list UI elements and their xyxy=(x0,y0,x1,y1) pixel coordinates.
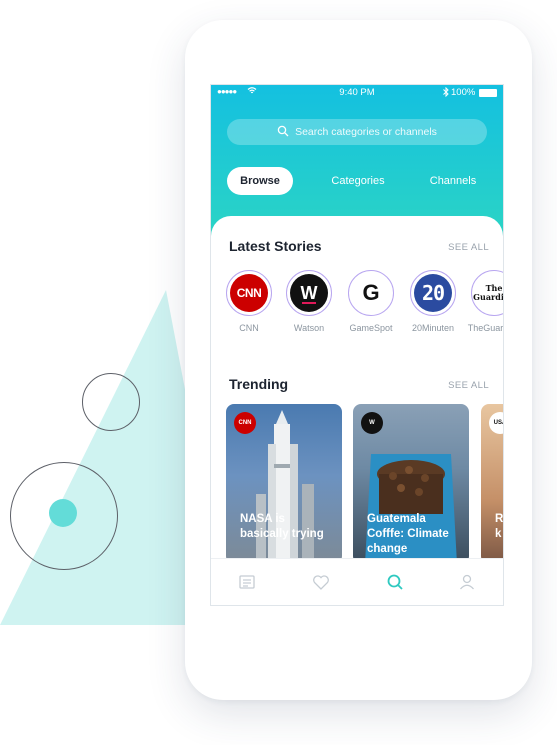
content-panel: Latest Stories SEE ALL CNN CNN W Watson … xyxy=(211,216,503,605)
20minuten-logo-icon: 20 xyxy=(410,270,456,316)
search-placeholder: Search categories or channels xyxy=(295,126,437,138)
card-title: NASA is basically trying xyxy=(240,513,324,540)
bluetooth-icon xyxy=(443,86,449,100)
guardian-logo-icon: The Guardian xyxy=(471,270,503,316)
card-title: R J k xyxy=(495,513,503,540)
channel-name: GameSpot xyxy=(349,323,393,333)
channel-watson[interactable]: W Watson xyxy=(278,270,340,333)
search-icon xyxy=(277,125,289,140)
battery-percent: 100% xyxy=(451,87,476,98)
channel-20minuten[interactable]: 20 20Minuten xyxy=(402,270,464,333)
latest-see-all-link[interactable]: SEE ALL xyxy=(448,242,489,253)
channel-name: TheGuardian xyxy=(467,323,503,333)
decorative-ring-small xyxy=(82,373,140,431)
battery-icon xyxy=(479,89,497,97)
watson-logo-icon: W xyxy=(286,270,332,316)
heart-icon[interactable] xyxy=(311,572,331,592)
trending-card[interactable]: W Guatemala Cofffe: Climate change xyxy=(353,404,469,564)
channel-cnn[interactable]: CNN CNN xyxy=(218,270,280,333)
gamespot-logo-icon: G xyxy=(348,270,394,316)
user-icon[interactable] xyxy=(457,572,477,592)
trending-title: Trending xyxy=(229,376,289,392)
search-bar[interactable]: Search categories or channels xyxy=(227,119,487,145)
latest-stories-title: Latest Stories xyxy=(229,238,322,254)
bottom-nav xyxy=(211,558,503,605)
trending-card[interactable]: USA R J k xyxy=(481,404,503,564)
trending-card[interactable]: CNN NASA is basically trying xyxy=(226,404,342,564)
cnn-logo-icon: CNN xyxy=(226,270,272,316)
news-icon[interactable] xyxy=(237,572,257,592)
trending-cards: CNN NASA is basically trying W Guatemala… xyxy=(211,404,503,564)
tab-categories[interactable]: Categories xyxy=(321,167,395,195)
card-title: Guatemala Cofffe: Climate change xyxy=(367,513,449,555)
channel-row: CNN CNN W Watson G GameSpot 20 20Minuten… xyxy=(211,270,503,340)
tab-browse[interactable]: Browse xyxy=(227,167,293,195)
channel-theguardian[interactable]: The Guardian TheGuardian xyxy=(463,270,503,333)
status-bar: ●●●●● 9:40 PM 100% xyxy=(211,85,503,101)
cnn-badge-icon: CNN xyxy=(234,412,256,434)
watson-badge-icon: W xyxy=(361,412,383,434)
channel-name: 20Minuten xyxy=(411,323,455,333)
channel-name: CNN xyxy=(239,323,259,333)
decorative-dot xyxy=(49,499,77,527)
trending-see-all-link[interactable]: SEE ALL xyxy=(448,380,489,391)
app-screen: ●●●●● 9:40 PM 100% Search categories or … xyxy=(211,85,503,605)
search-icon[interactable] xyxy=(385,572,405,592)
channel-gamespot[interactable]: G GameSpot xyxy=(340,270,402,333)
channel-name: Watson xyxy=(293,323,325,333)
tab-channels[interactable]: Channels xyxy=(423,167,483,195)
usa-badge-icon: USA xyxy=(489,412,503,434)
